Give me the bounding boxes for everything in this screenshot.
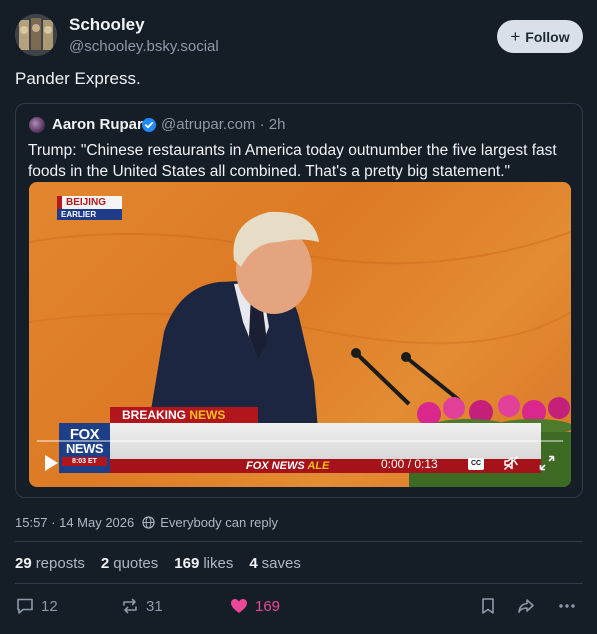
reply-setting[interactable]: Everybody can reply: [160, 515, 278, 530]
stat-quotes[interactable]: 2 quotes: [101, 555, 158, 572]
logo-line2: NEWS: [66, 441, 104, 456]
more-options-button[interactable]: [557, 596, 577, 616]
breaking-highlight: NEWS: [189, 408, 226, 422]
stat-count: 2: [100, 555, 110, 572]
reply-count: 12: [41, 597, 58, 615]
divider: [15, 583, 583, 584]
like-button[interactable]: 169: [229, 596, 280, 616]
captions-icon[interactable]: CC: [468, 458, 484, 470]
mute-icon[interactable]: [503, 455, 519, 471]
time-tag-label: EARLIER: [57, 209, 122, 220]
stat-saves[interactable]: 4 saves: [249, 555, 301, 572]
like-count: 169: [255, 597, 281, 615]
stat-label: likes: [203, 555, 234, 572]
post-text: Pander Express.: [15, 69, 141, 88]
share-icon: [518, 599, 534, 613]
heart-icon: [231, 599, 247, 613]
repost-icon: [123, 598, 137, 614]
bookmark-icon: [482, 598, 494, 614]
stat-label: reposts: [35, 555, 85, 572]
post: Schooley @schooley.bsky.social + Follow …: [0, 0, 597, 634]
location-label: BEIJING: [57, 196, 122, 209]
author-name[interactable]: Schooley: [69, 15, 145, 35]
stat-reposts[interactable]: 29 reposts: [15, 555, 85, 572]
engagement-stats: 29 reposts 2 quotes 169 likes 4 saves: [15, 555, 301, 572]
ticker-alert: ALE: [307, 460, 330, 472]
quote-text: Trump: "Chinese restaurants in America t…: [28, 142, 557, 180]
divider: [15, 541, 583, 542]
plus-icon: +: [510, 27, 521, 46]
video-time: 0:00 / 0:13: [381, 457, 438, 471]
ticker-prefix: FOX NEWS: [246, 460, 308, 472]
stat-count: 29: [15, 555, 32, 572]
logo-time: 8:03 ET: [62, 457, 107, 466]
post-meta: 15:57 · 14 May 2026 Everybody can reply: [15, 515, 278, 530]
quoted-post[interactable]: Aaron Rupar @atrupar.com · 2h Trump: "Ch…: [15, 103, 583, 498]
stat-count: 4: [249, 555, 258, 572]
post-timestamp[interactable]: 15:57 · 14 May 2026: [15, 515, 134, 530]
stat-likes[interactable]: 169 likes: [174, 555, 233, 572]
location-tag: BEIJING EARLIER: [57, 196, 122, 220]
breaking-prefix: BREAKING: [122, 408, 190, 422]
video-progress-bar[interactable]: [37, 440, 563, 442]
globe-icon: [142, 516, 155, 529]
follow-label: Follow: [525, 28, 570, 45]
bookmark-button[interactable]: [478, 596, 498, 616]
repost-count: 31: [146, 597, 163, 615]
share-button[interactable]: [516, 596, 536, 616]
stat-count: 169: [174, 555, 200, 572]
quote-author-name[interactable]: Aaron Rupar: [52, 116, 143, 133]
follow-button[interactable]: + Follow: [497, 20, 583, 53]
quote-avatar[interactable]: [29, 117, 45, 133]
breaking-news-banner: BREAKING NEWS: [110, 407, 258, 423]
fox-news-logo: FOX NEWS 8:03 ET: [59, 423, 110, 473]
reply-button[interactable]: 12: [15, 596, 58, 616]
avatar[interactable]: [15, 14, 57, 56]
video-player[interactable]: BEIJING EARLIER BREAKING NEWS FOX NEWS A…: [29, 182, 571, 487]
verified-badge-icon: [142, 118, 156, 132]
quote-handle-time: @atrupar.com · 2h: [161, 116, 286, 133]
more-icon: [559, 604, 575, 608]
play-icon[interactable]: [43, 454, 59, 472]
stat-label: quotes: [113, 555, 159, 572]
post-actions: 12 31 169: [0, 596, 597, 620]
stat-label: saves: [261, 555, 301, 572]
reply-icon: [17, 598, 33, 614]
fullscreen-icon[interactable]: [539, 455, 555, 471]
repost-button[interactable]: 31: [120, 596, 163, 616]
author-handle[interactable]: @schooley.bsky.social: [69, 38, 219, 55]
